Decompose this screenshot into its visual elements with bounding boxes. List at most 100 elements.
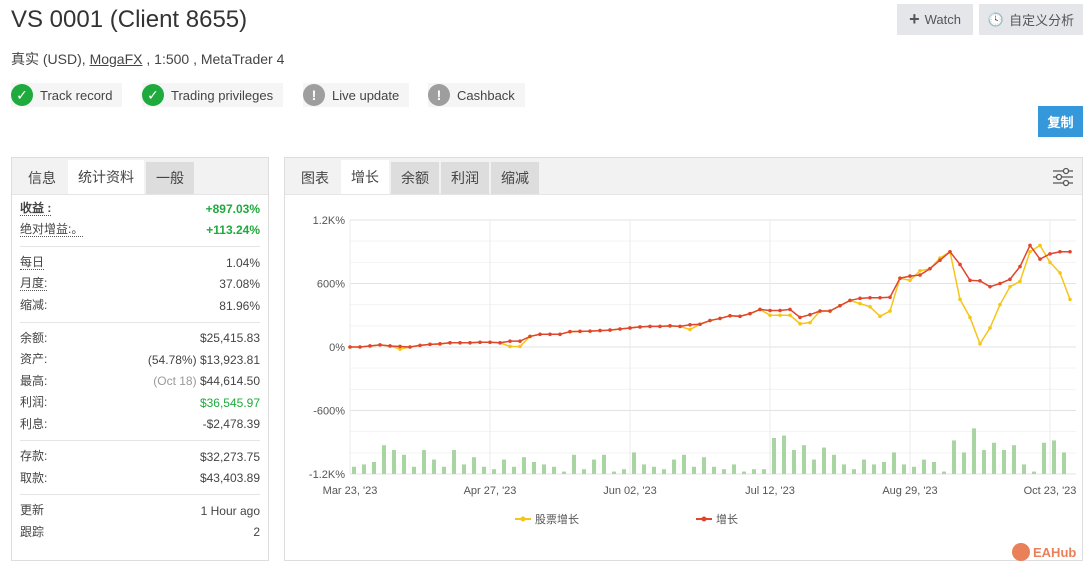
data-point [1008, 277, 1012, 282]
volume-bar [782, 435, 786, 474]
volume-bar [1052, 440, 1056, 474]
volume-bar [712, 466, 716, 474]
data-point [928, 266, 932, 271]
volume-bar [972, 428, 976, 474]
volume-bar [532, 462, 536, 474]
volume-bar [992, 442, 996, 474]
y-tick-label: 0% [329, 342, 345, 354]
data-point [778, 313, 782, 318]
data-point [628, 326, 632, 330]
volume-bar [642, 464, 646, 474]
series-line [350, 244, 1071, 350]
legend-label: 增长 [716, 512, 738, 526]
volume-bar [602, 454, 606, 474]
data-point [498, 340, 502, 345]
data-point [958, 262, 962, 267]
volume-bar [442, 466, 446, 474]
legend-label: 股票增长 [535, 512, 579, 526]
data-point [948, 249, 952, 254]
data-point [908, 278, 912, 283]
data-point [578, 329, 582, 334]
data-point [1068, 297, 1072, 302]
data-point [508, 339, 512, 343]
x-tick-label: Jun 02, '23 [603, 485, 656, 497]
data-point [458, 340, 462, 345]
volume-bar [822, 447, 826, 474]
eahub-logo-icon [1012, 543, 1030, 561]
volume-bar [1012, 445, 1016, 474]
volume-bar [872, 464, 876, 474]
data-point [768, 313, 772, 318]
data-point [888, 295, 892, 300]
data-point [388, 344, 392, 348]
y-tick-label: -1.2K% [309, 469, 345, 481]
data-point [618, 327, 622, 331]
volume-bar [472, 457, 476, 474]
volume-bar [362, 464, 366, 474]
volume-bar [352, 466, 356, 474]
data-point [1038, 257, 1042, 261]
data-point [838, 303, 842, 308]
data-point [808, 312, 812, 317]
data-point [828, 309, 832, 313]
data-point [988, 326, 992, 330]
data-point [418, 343, 422, 348]
x-tick-label: Jul 12, '23 [745, 485, 795, 497]
x-tick-label: Oct 23, '23 [1024, 485, 1077, 497]
data-point [688, 322, 692, 327]
data-point [908, 274, 912, 278]
data-point [798, 321, 802, 326]
volume-bar [952, 440, 956, 474]
volume-bar [512, 466, 516, 474]
data-point [1058, 271, 1062, 275]
data-point [518, 344, 522, 349]
data-point [968, 315, 972, 320]
legend-item-growth[interactable]: 增长 [696, 512, 738, 526]
data-point [848, 298, 852, 303]
volume-bar [432, 459, 436, 474]
data-point [798, 315, 802, 320]
volume-bar [882, 462, 886, 474]
volume-bar [422, 450, 426, 474]
data-point [868, 295, 872, 300]
data-point [638, 325, 642, 329]
data-point [528, 334, 532, 339]
volume-bar [662, 469, 666, 474]
volume-bar [382, 445, 386, 474]
data-point [1028, 243, 1032, 248]
data-point [888, 309, 892, 313]
y-tick-label: 600% [317, 279, 345, 291]
data-point [858, 296, 862, 301]
data-point [718, 316, 722, 321]
data-point [648, 324, 652, 329]
volume-bar [402, 454, 406, 474]
volume-bar [1042, 442, 1046, 474]
volume-bar [562, 471, 566, 474]
volume-bar [372, 462, 376, 474]
data-point [448, 340, 452, 345]
volume-bar [932, 462, 936, 474]
growth-chart: -1.2K% -600% 0% 600% 1.2K% Mar 23, '23 Apr 27,… [309, 215, 1077, 526]
data-point [918, 273, 922, 277]
data-point [938, 258, 942, 263]
volume-bar [392, 450, 396, 474]
volume-bar [552, 466, 556, 474]
volume-bar [982, 450, 986, 474]
volume-bar [672, 459, 676, 474]
volume-bar [692, 466, 696, 474]
legend-item-equity-growth[interactable]: 股票增长 [515, 512, 579, 526]
data-point [988, 284, 992, 289]
volume-bar [732, 464, 736, 474]
data-point [858, 301, 862, 306]
volume-bar [772, 438, 776, 474]
data-point [978, 342, 982, 346]
volume-bar [852, 469, 856, 474]
volume-bar [912, 466, 916, 474]
x-tick-label: Apr 27, '23 [464, 485, 517, 497]
x-tick-label: Aug 29, '23 [882, 485, 937, 497]
volume-bar [632, 452, 636, 474]
data-point [1058, 249, 1062, 254]
data-point [768, 308, 772, 313]
data-point [708, 318, 712, 323]
data-point [658, 324, 662, 329]
